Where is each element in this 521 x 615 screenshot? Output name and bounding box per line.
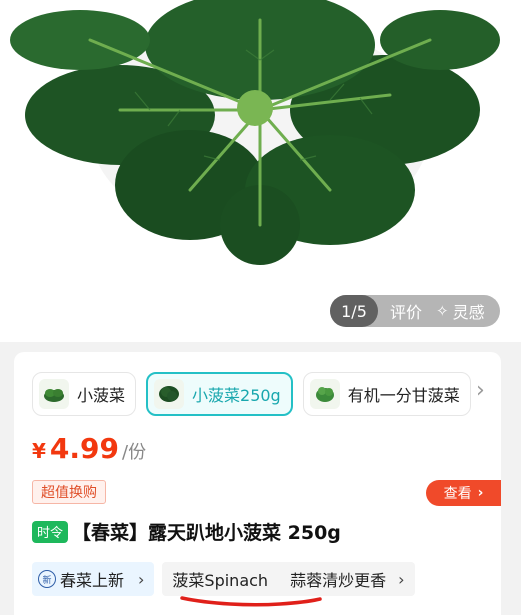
- variant-label: 有机一分甘菠菜: [347, 386, 460, 405]
- variant-label: 小菠菜250g: [192, 386, 281, 405]
- inspiration-link[interactable]: ✧ 灵感: [436, 299, 485, 323]
- season-badge: 时令: [32, 520, 69, 543]
- spinach-thumbnail-icon: [154, 379, 185, 409]
- variant-label: 小菠菜: [77, 386, 126, 405]
- variant-option-organic-spinach[interactable]: 有机一分甘菠菜: [302, 372, 471, 416]
- price: ¥ 4.99 /份: [32, 432, 146, 465]
- search-tag-spinach[interactable]: 菠菜Spinach: [172, 567, 268, 591]
- sparkle-icon: ✧: [436, 302, 449, 320]
- reviews-link[interactable]: 评价: [390, 299, 422, 323]
- red-underline-annotation: [180, 596, 322, 607]
- spinach-thumbnail-icon: [39, 379, 69, 409]
- variant-option-small-spinach[interactable]: 小菠菜: [32, 372, 137, 416]
- product-image-gallery[interactable]: 1/5 评价 ✧ 灵感: [0, 0, 521, 342]
- product-title: 【春菜】露天趴地小菠菜 250g: [72, 522, 341, 544]
- gallery-overlay-bar: 1/5 评价 ✧ 灵感: [330, 295, 500, 327]
- product-title-row: 时令 【春菜】露天趴地小菠菜 250g: [32, 518, 341, 545]
- chevron-right-icon: ›: [398, 569, 405, 589]
- chevron-right-icon: ›: [477, 485, 484, 501]
- spinach-photo: [10, 0, 500, 265]
- look-button[interactable]: 查看 ›: [426, 480, 501, 506]
- image-counter: 1/5: [330, 295, 378, 327]
- search-tag-garlic[interactable]: 蒜蓉清炒更香: [290, 567, 386, 591]
- chevron-right-icon[interactable]: ›: [476, 378, 485, 403]
- new-icon: 新: [38, 570, 56, 588]
- price-unit: /份: [122, 442, 147, 463]
- spring-new-tag[interactable]: 新 春菜上新 ›: [32, 562, 155, 596]
- variant-option-small-spinach-250g[interactable]: 小菠菜250g: [146, 372, 293, 416]
- price-currency: ¥: [32, 439, 46, 463]
- spring-new-label: 春菜上新: [60, 571, 125, 590]
- spinach-thumbnail-icon: [309, 379, 340, 409]
- inspiration-label: 灵感: [452, 303, 485, 322]
- product-page: 1/5 评价 ✧ 灵感 小菠菜 小菠菜250g 有机一分甘菠菜 › ¥ 4.99…: [0, 0, 521, 615]
- deal-tag[interactable]: 超值换购: [32, 480, 106, 504]
- variant-selector: 小菠菜 小菠菜250g 有机一分甘菠菜: [32, 372, 481, 416]
- look-button-label: 查看: [443, 486, 472, 502]
- chevron-right-icon: ›: [138, 569, 145, 589]
- price-value: 4.99: [49, 432, 120, 465]
- product-info-card: 小菠菜 小菠菜250g 有机一分甘菠菜 › ¥ 4.99 /份 超值换购 查看 …: [14, 352, 501, 615]
